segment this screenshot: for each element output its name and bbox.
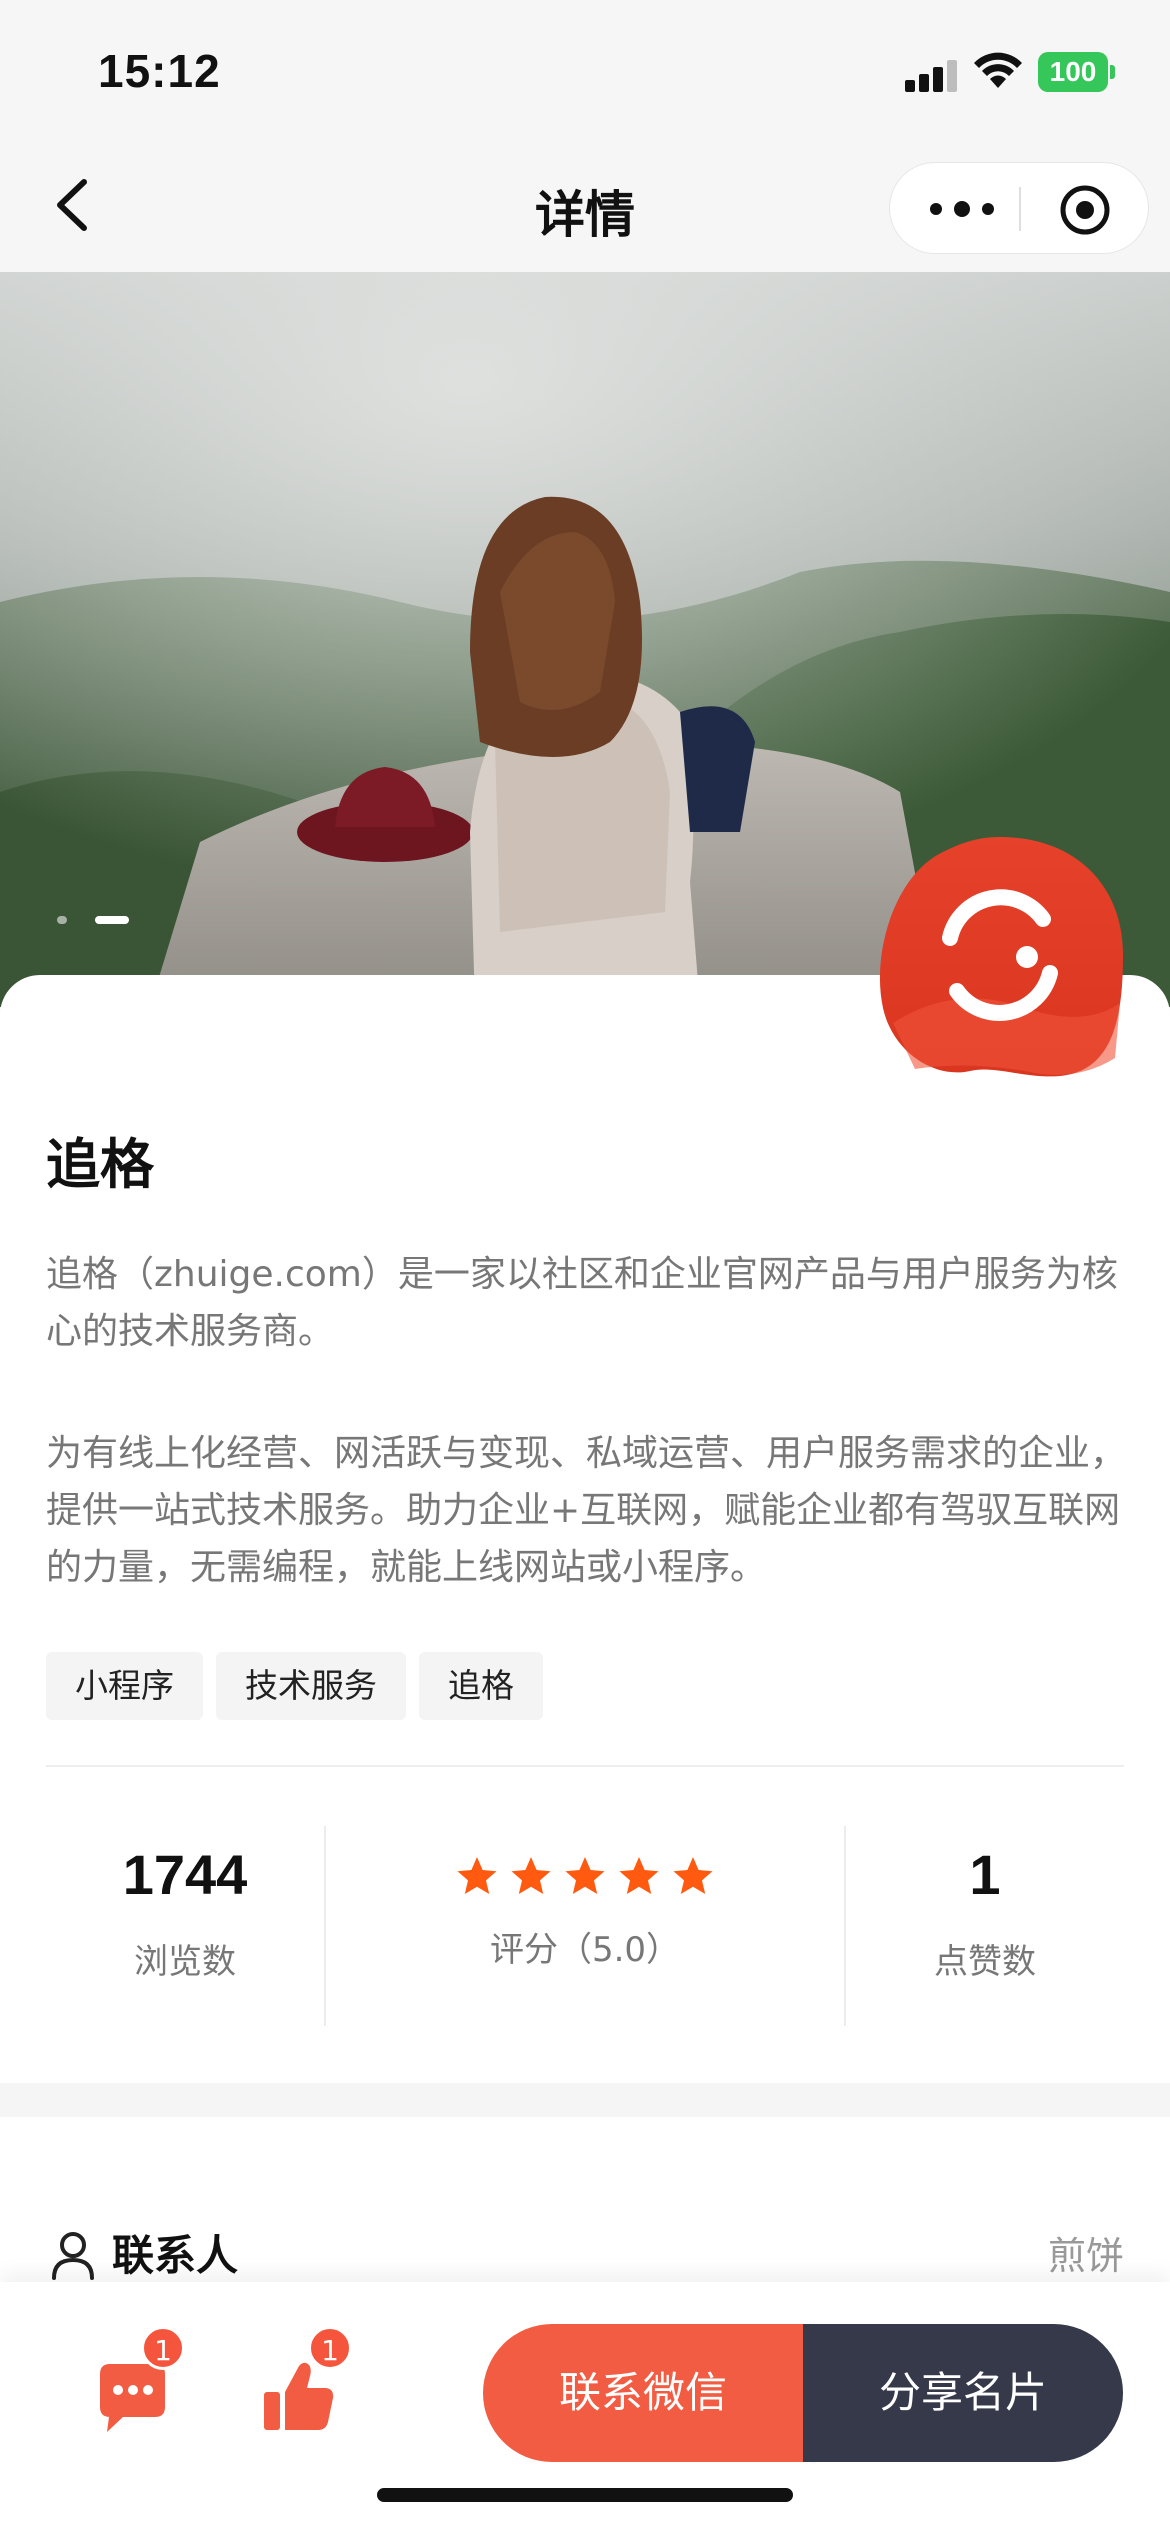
likes-label: 点赞数 (934, 1942, 1036, 1982)
company-description-1: 追格（zhuige.com）是一家以社区和企业官网产品与用户服务为核心的技术服务… (46, 1254, 1118, 1352)
company-name: 追格 (46, 1133, 154, 1196)
like-badge: 1 (308, 2326, 352, 2370)
star-icon (619, 1857, 659, 1894)
divider (46, 1765, 1124, 1767)
status-bar: 15:12 100 (0, 0, 1170, 140)
star-icon (565, 1857, 605, 1894)
company-description-2: 为有线上化经营、网活跃与变现、私域运营、用户服务需求的企业，提供一站式技术服务。… (46, 1433, 1127, 1588)
likes-stat: 1 点赞数 (846, 1826, 1124, 2026)
close-miniprogram-icon[interactable] (1058, 183, 1112, 237)
home-indicator (377, 2488, 793, 2502)
tag-item[interactable]: 追格 (419, 1652, 543, 1720)
more-menu-button[interactable] (924, 183, 1004, 235)
views-count: 1744 (122, 1843, 248, 1906)
comment-badge: 1 (141, 2326, 185, 2370)
cellular-signal-icon (905, 58, 959, 92)
tag-item[interactable]: 小程序 (46, 1652, 203, 1720)
views-stat: 1744 浏览数 (46, 1826, 324, 2026)
contact-label: 联系人 (112, 2231, 239, 2280)
carousel-dot-1[interactable] (57, 916, 67, 924)
rating-stat: 评分（5.0） (326, 1826, 844, 2026)
battery-level: 100 (1038, 52, 1108, 92)
contact-name: 煎饼 (1047, 2234, 1124, 2278)
wifi-icon (974, 52, 1022, 88)
share-card-button[interactable]: 分享名片 (803, 2324, 1123, 2462)
nav-bar: 详情 (0, 140, 1170, 272)
rating-label: 评分（5.0） (489, 1930, 681, 1970)
action-buttons: 联系微信 分享名片 (483, 2324, 1123, 2462)
rating-stars (326, 1854, 844, 1900)
star-icon (673, 1857, 713, 1894)
company-logo (879, 837, 1123, 1077)
tag-item[interactable]: 技术服务 (216, 1652, 406, 1720)
tag-list: 小程序 技术服务 追格 (46, 1652, 543, 1720)
person-icon (52, 2232, 94, 2280)
likes-count: 1 (969, 1843, 1001, 1906)
carousel-dot-2-active[interactable] (95, 916, 129, 924)
star-icon (511, 1857, 551, 1894)
miniprogram-capsule (889, 162, 1149, 254)
views-label: 浏览数 (134, 1942, 236, 1982)
status-time: 15:12 (98, 45, 221, 97)
section-gap (0, 2083, 1170, 2117)
contact-wechat-button[interactable]: 联系微信 (483, 2324, 803, 2462)
star-icon (457, 1857, 497, 1894)
battery-icon: 100 (1038, 52, 1116, 92)
